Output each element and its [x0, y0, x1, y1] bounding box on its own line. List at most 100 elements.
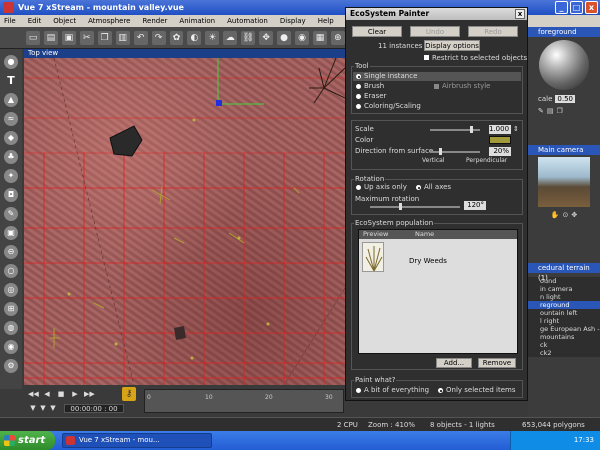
- save-icon[interactable]: ▣: [61, 30, 76, 45]
- menu-automation[interactable]: Automation: [227, 17, 268, 25]
- metablob-icon[interactable]: ○: [4, 264, 18, 278]
- display-options-button[interactable]: Display options: [424, 40, 480, 51]
- load-material-icon[interactable]: ▤: [547, 107, 554, 115]
- population-list[interactable]: Preview Name Dry Weeds: [358, 229, 518, 354]
- clear-button[interactable]: Clear: [352, 26, 402, 37]
- tree-object[interactable]: [309, 58, 345, 104]
- group-icon[interactable]: ▣: [4, 226, 18, 240]
- undo-button[interactable]: Undo: [410, 26, 460, 37]
- tool-coloring-radio[interactable]: [356, 104, 361, 109]
- taskbar-item-vue[interactable]: Vue 7 xStream - mou...: [62, 433, 212, 448]
- redo-button[interactable]: Redo: [468, 26, 518, 37]
- dialog-close-button[interactable]: x: [515, 9, 525, 19]
- grid-icon[interactable]: ▦: [313, 30, 327, 45]
- menu-file[interactable]: File: [4, 17, 16, 25]
- cloud-icon[interactable]: ☁: [223, 30, 238, 45]
- timeline-ruler[interactable]: 0 10 20 30: [144, 389, 344, 413]
- max-rotation-slider-knob[interactable]: [398, 203, 402, 210]
- view-icon[interactable]: ⊕: [330, 30, 345, 45]
- list-item[interactable]: l right: [528, 317, 600, 325]
- direction-slider[interactable]: [430, 151, 480, 153]
- scale-value-field[interactable]: 0.50: [555, 95, 575, 103]
- maximize-button[interactable]: □: [570, 1, 583, 14]
- ecosystem-icon[interactable]: ✿: [169, 30, 184, 45]
- sphere-icon[interactable]: ●: [4, 55, 18, 69]
- light-icon[interactable]: ✦: [4, 169, 18, 183]
- material-preview-sphere[interactable]: [539, 40, 589, 90]
- pen-icon[interactable]: ✎: [4, 207, 18, 221]
- new-file-icon[interactable]: ▭: [26, 30, 40, 45]
- material-icon[interactable]: ◐: [187, 30, 202, 45]
- menu-atmosphere[interactable]: Atmosphere: [88, 17, 130, 25]
- top-view-viewport[interactable]: Top view: [24, 49, 345, 385]
- auto-keyframe-button[interactable]: ⚷: [122, 387, 136, 401]
- small-rock-object[interactable]: [174, 326, 186, 340]
- list-item[interactable]: in camera: [528, 285, 600, 293]
- dry-weeds-name[interactable]: Dry Weeds: [409, 257, 447, 265]
- plant-icon[interactable]: ♣: [4, 150, 18, 164]
- scale-value-field[interactable]: 1.000: [489, 125, 511, 134]
- transform-icon[interactable]: ✥: [259, 30, 274, 45]
- key-prev-icon[interactable]: ▼: [28, 404, 38, 412]
- airbrush-checkbox[interactable]: [434, 84, 439, 89]
- hypertexture-icon[interactable]: ◎: [4, 283, 18, 297]
- remove-button[interactable]: Remove: [478, 358, 516, 368]
- water-icon[interactable]: ≈: [4, 112, 18, 126]
- max-rotation-field[interactable]: 120°: [464, 201, 486, 210]
- orbit-icon[interactable]: ⊙: [562, 211, 568, 219]
- cut-icon[interactable]: ✂: [79, 30, 94, 45]
- direction-value-field[interactable]: 20%: [489, 147, 511, 156]
- settings-icon[interactable]: ⚙: [4, 359, 18, 373]
- ecosystem-instances[interactable]: [50, 185, 300, 348]
- max-rotation-slider[interactable]: [370, 206, 460, 208]
- copy-material-icon[interactable]: ❐: [557, 107, 563, 115]
- menu-help[interactable]: Help: [318, 17, 334, 25]
- terrain-icon[interactable]: ▲: [4, 93, 18, 107]
- text-icon[interactable]: T: [4, 74, 18, 88]
- redo-icon[interactable]: ↷: [151, 30, 166, 45]
- list-item[interactable]: n light: [528, 293, 600, 301]
- align-icon[interactable]: ⊞: [4, 302, 18, 316]
- globe-icon[interactable]: ◍: [4, 321, 18, 335]
- paste-icon[interactable]: ▥: [115, 30, 130, 45]
- play-reverse-icon[interactable]: ◀: [42, 390, 52, 398]
- menu-render[interactable]: Render: [142, 17, 167, 25]
- restrict-checkbox[interactable]: [424, 55, 429, 60]
- menu-edit[interactable]: Edit: [28, 17, 42, 25]
- paint-selected-radio[interactable]: [438, 388, 443, 393]
- menu-animation[interactable]: Animation: [179, 17, 215, 25]
- list-item[interactable]: ountain left: [528, 309, 600, 317]
- rock-object[interactable]: [109, 125, 143, 157]
- tool-brush-radio[interactable]: [356, 84, 361, 89]
- copy-icon[interactable]: ❐: [97, 30, 112, 45]
- color-icon[interactable]: ●: [277, 30, 292, 45]
- key-next-icon[interactable]: ▼: [38, 404, 48, 412]
- minimize-button[interactable]: _: [555, 1, 568, 14]
- undo-icon[interactable]: ↶: [133, 30, 148, 45]
- list-item[interactable]: reground: [528, 301, 600, 309]
- camera-icon[interactable]: ◘: [4, 188, 18, 202]
- scale-slider-knob[interactable]: [470, 126, 473, 133]
- current-time-field[interactable]: 00:00:00 : 00: [64, 404, 124, 413]
- start-button[interactable]: start: [0, 431, 55, 450]
- rotation-all-axes-radio[interactable]: [416, 185, 421, 190]
- sun-icon[interactable]: ☀: [205, 30, 220, 45]
- list-item[interactable]: ck2: [528, 349, 600, 357]
- tool-single-instance-radio[interactable]: [356, 74, 361, 79]
- list-item[interactable]: ck: [528, 341, 600, 349]
- key-add-icon[interactable]: ▼: [48, 404, 58, 412]
- dry-weeds-preview[interactable]: [362, 242, 384, 272]
- rewind-icon[interactable]: ◀◀: [28, 390, 39, 398]
- edit-material-icon[interactable]: ✎: [538, 107, 544, 115]
- move-icon[interactable]: ✥: [571, 211, 577, 219]
- close-button[interactable]: x: [585, 1, 598, 14]
- rock-icon[interactable]: ◆: [4, 131, 18, 145]
- fast-forward-icon[interactable]: ▶▶: [84, 390, 95, 398]
- scale-spinner-icon[interactable]: ⇕: [513, 125, 519, 133]
- add-button[interactable]: Add...: [436, 358, 472, 368]
- rotation-up-axis-radio[interactable]: [356, 185, 361, 190]
- record-icon[interactable]: ◉: [4, 340, 18, 354]
- tool-eraser-radio[interactable]: [356, 94, 361, 99]
- color-swatch[interactable]: [489, 136, 511, 144]
- open-file-icon[interactable]: ▤: [43, 30, 58, 45]
